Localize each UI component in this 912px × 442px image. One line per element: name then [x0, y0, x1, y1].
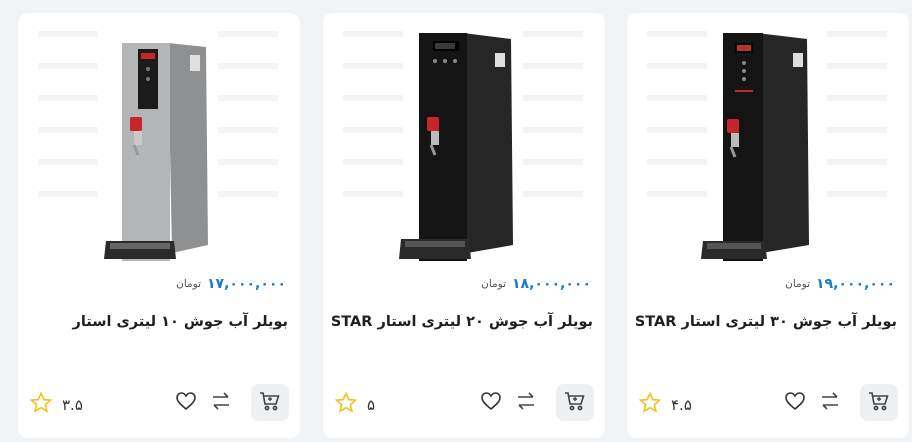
product-title[interactable]: بویلر آب جوش ۳۰ لیتری استار STAR [635, 314, 897, 330]
product-price: ۱۷,۰۰۰,۰۰۰ [207, 276, 286, 292]
price-row: ۱۹,۰۰۰,۰۰۰ تومان [785, 276, 895, 292]
price-row: ۱۸,۰۰۰,۰۰۰ تومان [481, 276, 591, 292]
product-rating: ۵ [334, 391, 376, 417]
product-price: ۱۹,۰۰۰,۰۰۰ [816, 276, 895, 292]
currency-label: تومان [176, 278, 201, 290]
rating-value: ۴.۵ [671, 395, 692, 414]
product-title[interactable]: بویلر آب جوش ۱۰ لیتری استار [28, 314, 289, 330]
cart-icon [259, 391, 281, 415]
product-rating: ۴.۵ [638, 391, 692, 417]
compare-arrows-icon [211, 392, 231, 414]
cart-icon [564, 391, 586, 415]
compare-arrows-icon [516, 392, 536, 414]
star-icon [638, 391, 662, 417]
compare-button[interactable] [210, 392, 232, 414]
product-title[interactable]: بویلر آب جوش ۲۰ لیتری استار STAR [331, 314, 593, 330]
add-to-cart-button[interactable] [556, 384, 594, 421]
product-image[interactable] [18, 13, 300, 271]
product-card[interactable]: ۱۹,۰۰۰,۰۰۰ تومان بویلر آب جوش ۳۰ لیتری ا… [627, 13, 909, 438]
cart-icon [868, 391, 890, 415]
currency-label: تومان [785, 278, 810, 290]
product-image[interactable] [627, 13, 909, 271]
product-card[interactable]: ۱۷,۰۰۰,۰۰۰ تومان بویلر آب جوش ۱۰ لیتری ا… [18, 13, 300, 438]
rating-value: ۵ [367, 395, 376, 414]
add-to-cart-button[interactable] [251, 384, 289, 421]
wishlist-button[interactable] [175, 392, 197, 414]
heart-icon [176, 392, 196, 414]
heart-icon [481, 392, 501, 414]
compare-button[interactable] [515, 392, 537, 414]
product-rating: ۳.۵ [29, 391, 83, 417]
product-price: ۱۸,۰۰۰,۰۰۰ [512, 276, 591, 292]
product-image[interactable] [323, 13, 605, 271]
rating-value: ۳.۵ [62, 395, 83, 414]
compare-arrows-icon [820, 392, 840, 414]
star-icon [334, 391, 358, 417]
currency-label: تومان [481, 278, 506, 290]
star-icon [29, 391, 53, 417]
heart-icon [785, 392, 805, 414]
compare-button[interactable] [819, 392, 841, 414]
price-row: ۱۷,۰۰۰,۰۰۰ تومان [176, 276, 286, 292]
wishlist-button[interactable] [784, 392, 806, 414]
add-to-cart-button[interactable] [860, 384, 898, 421]
product-card[interactable]: ۱۸,۰۰۰,۰۰۰ تومان بویلر آب جوش ۲۰ لیتری ا… [323, 13, 605, 438]
wishlist-button[interactable] [480, 392, 502, 414]
